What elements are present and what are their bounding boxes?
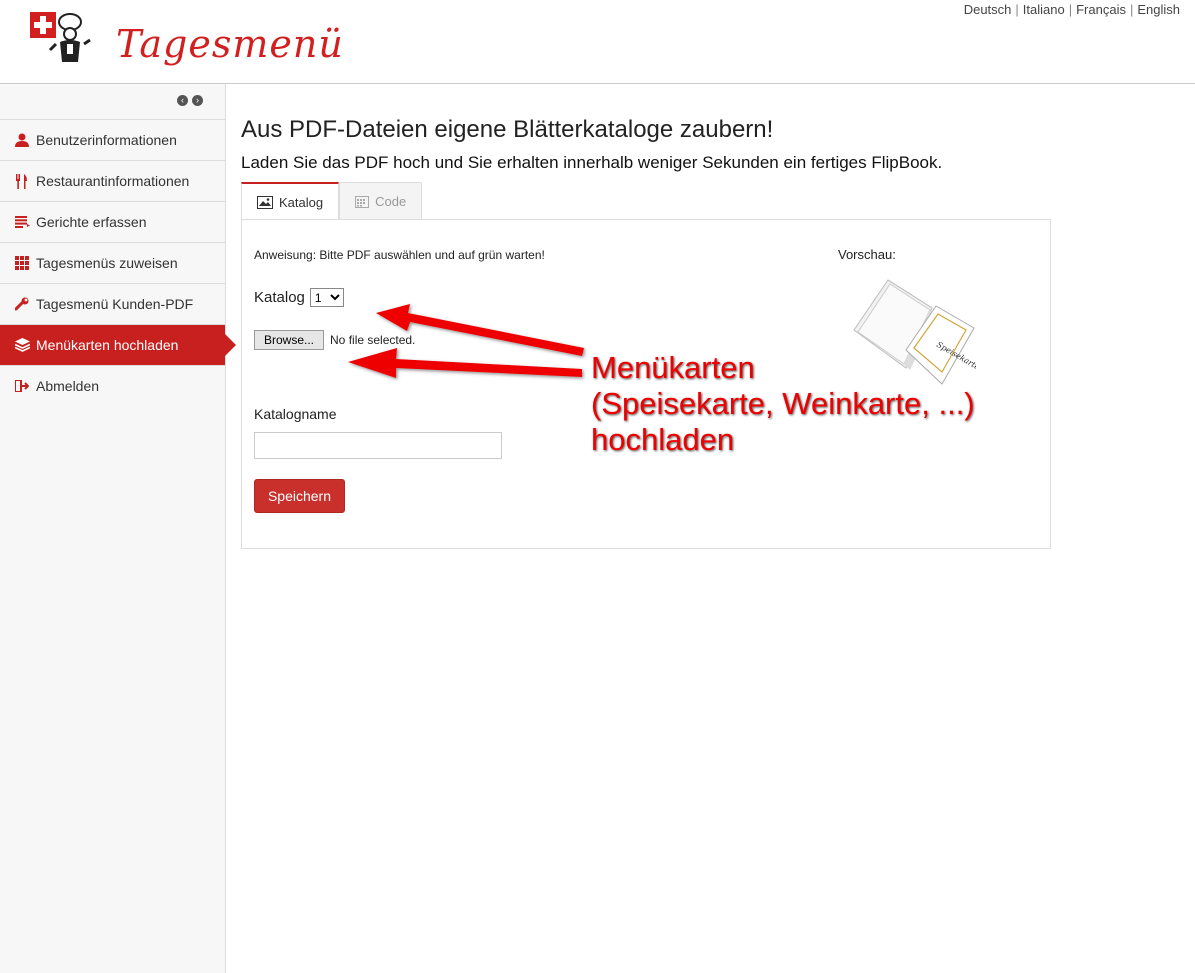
- lang-english[interactable]: English: [1137, 2, 1180, 17]
- list-icon: [14, 214, 30, 230]
- lang-italiano[interactable]: Italiano: [1023, 2, 1065, 17]
- lang-francais[interactable]: Français: [1076, 2, 1126, 17]
- annotation-line: hochladen: [591, 422, 735, 457]
- tab-label: Code: [375, 193, 407, 209]
- browse-button[interactable]: Browse...: [254, 330, 325, 350]
- lang-deutsch[interactable]: Deutsch: [964, 2, 1012, 17]
- grid-icon: [14, 255, 30, 271]
- sidebar-item-gerichte-erfassen[interactable]: Gerichte erfassen: [0, 202, 225, 243]
- sidebar-item-restaurantinformationen[interactable]: Restaurantinformationen: [0, 161, 225, 202]
- calendar-icon: [355, 195, 370, 208]
- sidebar-item-tagesmenu-kunden-pdf[interactable]: Tagesmenü Kunden-PDF: [0, 284, 225, 325]
- sidebar-item-abmelden[interactable]: Abmelden: [0, 366, 225, 406]
- sidebar-item-label: Benutzerinformationen: [36, 132, 177, 148]
- preview-label: Vorschau:: [838, 247, 896, 262]
- swiss-cross-logo-icon: [30, 12, 91, 62]
- image-icon: [257, 196, 273, 209]
- layers-icon: [14, 337, 30, 353]
- save-button[interactable]: Speichern: [254, 479, 345, 513]
- tab-label: Katalog: [279, 195, 324, 210]
- sidebar-item-label: Tagesmenüs zuweisen: [36, 255, 178, 271]
- annotation-text: Menükarten (Speisekarte, Weinkarte, ...)…: [591, 350, 975, 458]
- user-icon: [14, 132, 30, 148]
- sidebar-item-label: Abmelden: [36, 378, 100, 394]
- header: Tagesmenü Deutsch | Italiano | Français | Engl…: [0, 0, 1195, 84]
- chevron-right-icon[interactable]: ›: [192, 95, 203, 106]
- instruction-text: Anweisung: Bitte PDF auswählen und auf g…: [254, 248, 545, 262]
- tab-code[interactable]: Code: [339, 182, 423, 219]
- logo[interactable]: Tagesmenü: [28, 10, 343, 76]
- wrench-icon: [14, 296, 30, 312]
- page-title: Aus PDF-Dateien eigene Blätterkataloge z…: [241, 116, 774, 143]
- logout-icon: [14, 378, 30, 394]
- sidebar-item-label: Tagesmenü Kunden-PDF: [36, 296, 194, 312]
- katalogname-input[interactable]: [254, 432, 502, 459]
- tab-katalog[interactable]: Katalog: [241, 182, 340, 221]
- sidebar-item-menukarten-hochladen[interactable]: Menükarten hochladen: [0, 325, 236, 366]
- file-status: No file selected.: [330, 333, 416, 347]
- katalog-row: Katalog 1: [254, 288, 344, 307]
- sidebar-item-tagesmenus-zuweisen[interactable]: Tagesmenüs zuweisen: [0, 243, 225, 284]
- katalogname-label: Katalogname: [254, 406, 337, 422]
- language-switcher: Deutsch | Italiano | Français | English: [963, 2, 1180, 17]
- sidebar-collapse: ‹ ›: [0, 84, 225, 120]
- katalog-select[interactable]: 1: [309, 288, 344, 307]
- sidebar-item-label: Gerichte erfassen: [36, 214, 147, 230]
- cutlery-icon: [14, 173, 30, 189]
- file-upload: Browse... No file selected.: [254, 330, 415, 350]
- sidebar-item-label: Restaurantinformationen: [36, 173, 190, 189]
- chevron-left-icon[interactable]: ‹: [177, 95, 188, 106]
- annotation-line: Menükarten: [591, 350, 755, 385]
- katalog-label: Katalog: [254, 289, 305, 306]
- page-subtitle: Laden Sie das PDF hoch und Sie erhalten …: [241, 153, 943, 172]
- tab-bar: Katalog Code: [241, 182, 423, 221]
- annotation-line: (Speisekarte, Weinkarte, ...): [591, 386, 975, 421]
- sidebar-item-benutzerinformationen[interactable]: Benutzerinformationen: [0, 120, 225, 161]
- sidebar-item-label: Menükarten hochladen: [36, 337, 179, 353]
- sidebar: ‹ › Benutzerinformationen Restaurantinfo…: [0, 84, 236, 973]
- brand-name: Tagesmenü: [116, 22, 344, 66]
